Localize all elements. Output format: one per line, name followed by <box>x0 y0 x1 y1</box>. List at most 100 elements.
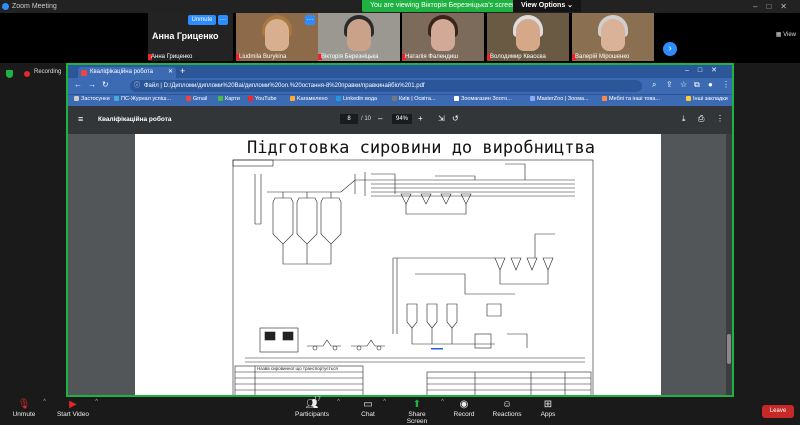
zoom-in-icon[interactable]: + <box>418 114 423 123</box>
participant-gallery: Анна Гриценко Анна Гриценко Unmute … Liu… <box>0 13 800 63</box>
chevron-up-icon[interactable]: ^ <box>43 399 46 405</box>
shared-screen: Кваліфікаційна робота ✕ + –□✕ ← → ↻ ⓘ Фа… <box>66 63 734 397</box>
blue-marker <box>431 348 443 350</box>
reload-icon[interactable]: ↻ <box>102 80 109 89</box>
url-field[interactable]: ⓘ Файл | D:/Дипломи/дипломи%20Bаі/диплом… <box>130 80 642 92</box>
youtube-icon <box>248 96 253 101</box>
profile-icon[interactable]: ● <box>708 80 713 89</box>
bookmark-item[interactable]: YouTube <box>248 96 277 102</box>
participants-icon: 👥︎ <box>305 399 319 410</box>
participant-tile[interactable]: Валерій Мірошенко <box>572 13 654 61</box>
unmute-button[interactable]: 🎙︎ Unmute ^ <box>10 399 46 418</box>
pdf-page: Підготовка сировини до виробництва Назва… <box>135 134 661 395</box>
share-icon[interactable]: ⇪ <box>666 80 673 89</box>
more-options-icon[interactable]: … <box>305 15 315 25</box>
chat-icon: ▭ <box>363 399 373 410</box>
browser-tab[interactable]: Кваліфікаційна робота ✕ <box>78 67 176 78</box>
bookmark-icon <box>454 96 459 101</box>
chevron-up-icon[interactable]: ^ <box>383 399 386 405</box>
zoom-out-icon[interactable]: – <box>378 114 382 123</box>
silo-shape <box>296 197 318 245</box>
pdf-viewport: Підготовка сировини до виробництва Назва… <box>68 134 732 395</box>
bookmark-item[interactable]: Linkedin вода <box>336 96 377 102</box>
chevron-up-icon[interactable]: ^ <box>337 399 340 405</box>
scrollbar-thumb[interactable] <box>727 334 731 364</box>
next-page-arrow-icon[interactable]: › <box>663 42 677 56</box>
apps-button[interactable]: ⊞ Apps <box>538 399 558 418</box>
more-options-icon[interactable]: … <box>218 15 228 25</box>
page-number-input[interactable]: 8 <box>340 114 358 124</box>
bookmark-item[interactable]: Меблі та інші това... <box>602 96 660 102</box>
chevron-up-icon[interactable]: ^ <box>441 399 444 405</box>
bookmark-icon <box>336 96 341 101</box>
pdf-scrollbar[interactable] <box>726 134 732 395</box>
apps-icon: ⊞ <box>543 399 553 410</box>
reactions-label: Reactions <box>492 411 522 418</box>
view-options-label: View Options <box>521 2 566 9</box>
security-shield-icon[interactable] <box>6 70 13 78</box>
chat-button[interactable]: ▭ Chat ^ <box>358 399 386 418</box>
extension-icon[interactable]: ⧉ <box>694 80 700 90</box>
participant-tile[interactable]: Вікторія Березніцька <box>318 13 400 61</box>
bookmark-icon <box>392 96 397 101</box>
bookmark-item[interactable]: Gmail <box>186 96 207 102</box>
bookmark-item[interactable]: Карти <box>218 96 240 102</box>
chat-label: Chat <box>361 411 375 418</box>
menu-dots-icon[interactable]: ⋮ <box>722 80 730 89</box>
bookmark-icon <box>602 96 607 101</box>
fit-page-icon[interactable]: ⇲ <box>438 114 445 123</box>
participant-name: Вікторія Березніцька <box>321 54 379 60</box>
info-icon: ⓘ <box>134 83 141 89</box>
leave-button[interactable]: Leave <box>762 405 794 418</box>
participant-name: Liudmila Burykina <box>239 54 287 60</box>
participants-count: 17 <box>314 397 321 403</box>
bookmark-item[interactable]: Зоомагазин Зоото... <box>454 96 512 102</box>
bookmarks-bar: Застосунки ПС-Журнал успіш... Gmail Карт… <box>68 94 732 106</box>
zoom-level-input[interactable]: 94% <box>392 114 412 124</box>
print-icon[interactable]: ⎙ <box>698 114 704 124</box>
back-icon[interactable]: ← <box>74 80 82 89</box>
legend-caption: Назва сировинної що транспортується <box>257 366 338 371</box>
pdf-favicon-icon <box>81 70 87 76</box>
silo-shape <box>272 197 294 245</box>
new-tab-icon[interactable]: + <box>180 66 185 76</box>
record-label: Record <box>453 411 475 418</box>
more-actions-icon[interactable]: ⋮ <box>716 114 724 123</box>
rotate-icon[interactable]: ↺ <box>452 114 459 123</box>
participants-button[interactable]: 👥︎ 17 Participants ^ <box>292 397 340 418</box>
participant-name: Наталія Фалендиш <box>405 54 459 60</box>
app-title: Zoom Meeting <box>12 3 57 10</box>
bookmark-item[interactable]: Застосунки <box>74 96 110 102</box>
bookmark-item[interactable]: ПС-Журнал успіш... <box>114 96 171 102</box>
url-prefix: Файл <box>144 83 159 89</box>
chevron-up-icon[interactable]: ^ <box>95 399 98 405</box>
search-icon[interactable]: ⌕ <box>652 80 656 90</box>
participant-name: Анна Гриценко <box>151 54 193 60</box>
folder-icon <box>686 96 691 101</box>
view-options-button[interactable]: View Options ⌄ <box>513 0 582 12</box>
bookmark-item[interactable]: Karaмелено <box>290 96 328 102</box>
star-icon[interactable]: ☆ <box>680 80 687 89</box>
share-screen-button[interactable]: ⬆︎ Share Screen ^ <box>398 399 444 425</box>
window-controls[interactable]: –□✕ <box>753 0 796 13</box>
bookmark-item[interactable]: MasterZoo | Зоома... <box>530 96 589 102</box>
participant-tile[interactable]: Наталія Фалендиш <box>402 13 484 61</box>
silo-shape <box>320 197 342 245</box>
bookmark-item[interactable]: Інші закладки <box>686 96 728 102</box>
unmute-request-button[interactable]: Unmute <box>188 15 216 25</box>
bookmark-item[interactable]: Київ | Освіта... <box>392 96 435 102</box>
download-icon[interactable]: ⤓ <box>682 114 686 124</box>
participant-name: Валерій Мірошенко <box>575 54 630 60</box>
start-video-button[interactable]: ▶︎ Start Video ^ <box>56 399 98 418</box>
participant-tile[interactable]: Володимир Квасєва <box>487 13 569 61</box>
view-button[interactable]: ▦ View <box>776 31 796 38</box>
participant-name: Володимир Квасєва <box>490 54 546 60</box>
menu-icon[interactable]: ≡ <box>78 114 83 124</box>
browser-window-controls[interactable]: –□✕ <box>685 66 726 74</box>
muted-mic-icon: 🎙︎ <box>17 399 31 410</box>
record-button[interactable]: ◉ Record <box>452 399 476 418</box>
bookmark-icon <box>530 96 535 101</box>
tab-close-icon[interactable]: ✕ <box>168 67 173 78</box>
reactions-button[interactable]: ☺︎ Reactions <box>492 399 522 418</box>
forward-icon[interactable]: → <box>88 80 96 89</box>
